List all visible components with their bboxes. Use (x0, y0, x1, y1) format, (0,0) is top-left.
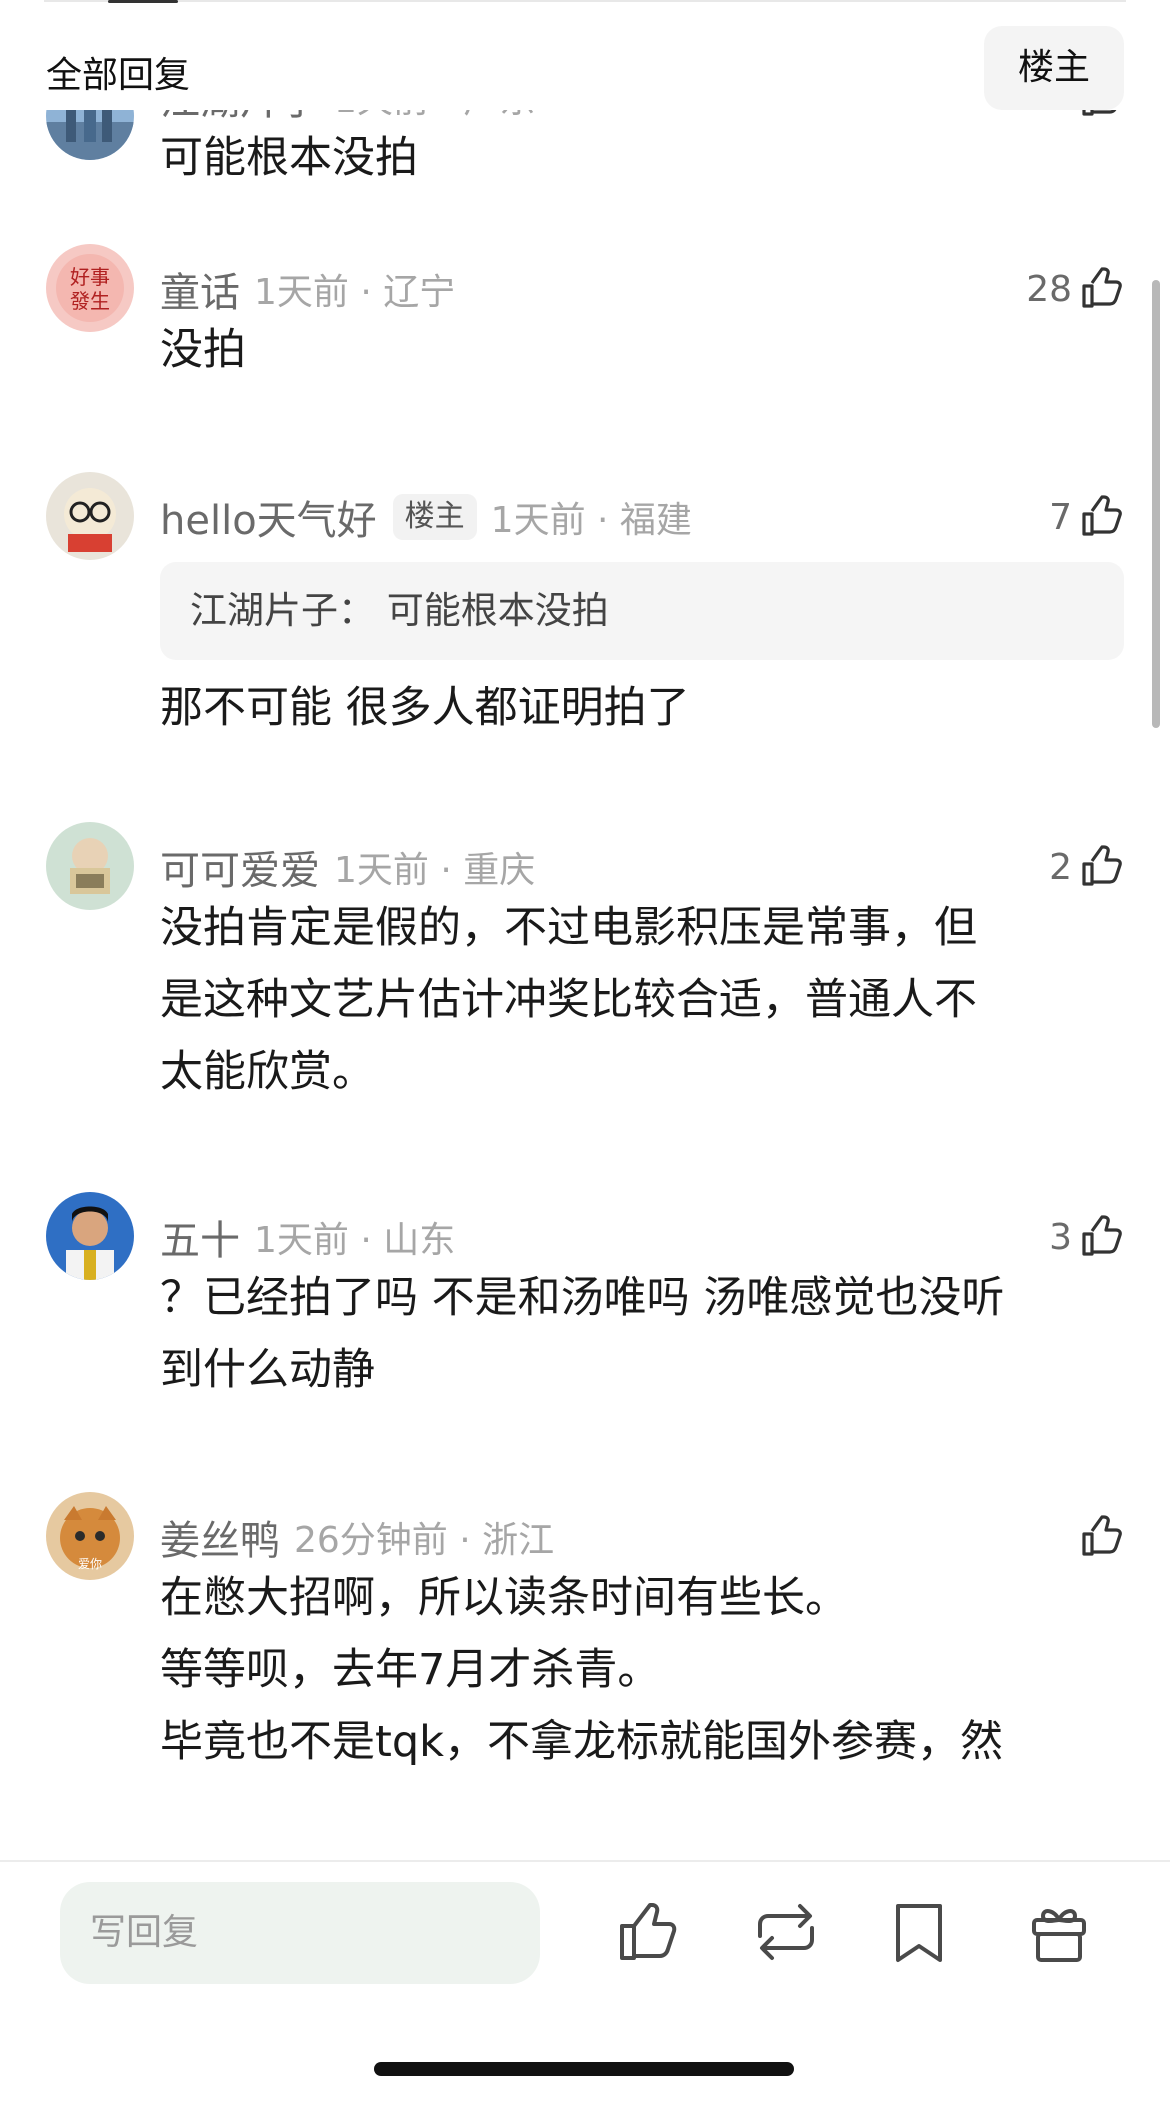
comment-meta: 五十 1天前 · 山东 3 (160, 1212, 1124, 1264)
comment-line: 可能根本没拍 (160, 133, 418, 183)
avatar[interactable] (46, 110, 134, 160)
comment-line: 毕竟也不是tqk，不拿龙标就能国外参赛，然 (160, 1717, 1004, 1767)
avatar[interactable] (46, 1192, 134, 1280)
comment-text: 那不可能 很多人都证明拍了 (160, 672, 1124, 744)
top-tab-indicator (108, 0, 178, 3)
thumbs-up-icon[interactable] (1078, 1514, 1124, 1560)
like-count: 3 (1049, 1216, 1072, 1258)
bottom-action-bar: 写回复 (0, 1860, 1170, 2108)
comment-line: 那不可能 很多人都证明拍了 (160, 683, 690, 733)
timestamp-location: 1天前 · 山东 (254, 1220, 456, 1261)
comment-meta: 姜丝鸭 26分钟前 · 浙江 (160, 1512, 1124, 1564)
bookmark-icon[interactable] (884, 1892, 954, 1972)
avatar[interactable]: 爱你 (46, 1492, 134, 1580)
like-count: 7 (1049, 496, 1072, 538)
username[interactable]: 童话 (160, 260, 240, 318)
comment-meta: 可可爱爱 1天前 · 重庆 2 (160, 842, 1124, 894)
like-count: 2 (1049, 846, 1072, 888)
svg-text:好事: 好事 (70, 265, 110, 289)
timestamp-location: 1天前 · 辽宁 (254, 272, 456, 313)
username[interactable]: 可可爱爱 (160, 838, 320, 896)
timestamp-location: 26分钟前 · 浙江 (294, 1520, 555, 1561)
comment-line: ？已经拍了吗 不是和汤唯吗 汤唯感觉也没听 (160, 1273, 1005, 1323)
top-divider (44, 0, 1126, 2)
comment-line: 是这种文艺片估计冲奖比较合适，普通人不 (160, 975, 977, 1025)
reply-input[interactable]: 写回复 (60, 1882, 540, 1984)
comment-line: 到什么动静 (160, 1345, 375, 1395)
thumbs-up-icon[interactable] (1078, 266, 1124, 312)
avatar[interactable] (46, 472, 134, 560)
like-control[interactable]: 2 (1049, 842, 1124, 892)
like-count: 28 (1026, 268, 1072, 310)
comment-line: 太能欣赏。 (160, 1047, 375, 1097)
comment-line: 没拍 (160, 325, 246, 375)
like-count: 49 (1026, 110, 1072, 118)
scrollbar[interactable] (1152, 280, 1160, 728)
thumbs-up-icon[interactable] (1078, 494, 1124, 540)
op-badge: 楼主 (392, 494, 477, 540)
svg-text:爱你: 爱你 (78, 1557, 102, 1571)
op-only-filter-button[interactable]: 楼主 (984, 26, 1124, 110)
thumbs-up-icon[interactable] (1078, 1214, 1124, 1260)
comment-text: 没拍肯定是假的，不过电影积压是常事，但 是这种文艺片估计冲奖比较合适，普通人不 … (160, 892, 1124, 1108)
thumbs-up-icon[interactable] (1078, 844, 1124, 890)
page-title: 全部回复 (46, 55, 191, 96)
avatar[interactable] (46, 822, 134, 910)
thumbs-up-icon[interactable] (1078, 110, 1124, 120)
thumbs-up-icon[interactable] (614, 1892, 684, 1972)
username[interactable]: 姜丝鸭 (160, 1508, 280, 1566)
comment-meta: hello天气好 楼主 1天前 · 福建 7 (160, 492, 1124, 544)
comment-text: 在憋大招啊，所以读条时间有些长。 等等呗，去年7月才杀青。 毕竟也不是tqk，不… (160, 1562, 1124, 1778)
username[interactable]: hello天气好 (160, 488, 377, 546)
comment-text: ？已经拍了吗 不是和汤唯吗 汤唯感觉也没听 到什么动静 (160, 1262, 1124, 1406)
like-control[interactable]: 3 (1049, 1212, 1124, 1262)
comment-line: 等等呗，去年7月才杀青。 (160, 1645, 661, 1695)
like-control[interactable]: 49 (1026, 110, 1124, 122)
comment-text: 没拍 (160, 314, 1124, 386)
avatar[interactable]: 好事 發生 (46, 244, 134, 332)
home-indicator[interactable] (374, 2062, 794, 2076)
username[interactable]: 五十 (160, 1208, 240, 1266)
like-control[interactable]: 28 (1026, 264, 1124, 314)
replies-header: 全部回复 楼主 (0, 20, 1170, 110)
comment-line: 在憋大招啊，所以读条时间有些长。 (160, 1573, 848, 1623)
svg-text:發生: 發生 (70, 289, 110, 313)
gift-icon[interactable] (1024, 1892, 1094, 1972)
comment-meta: 江湖片子 1天前 · 广东 49 (160, 110, 1124, 124)
comment-line: 没拍肯定是假的，不过电影积压是常事，但 (160, 903, 977, 953)
like-control[interactable] (1072, 1512, 1124, 1562)
comment-list[interactable]: 江湖片子 1天前 · 广东 49 可能根本没拍 好事發生 童话 1天前 · 辽宁… (0, 110, 1170, 1860)
repost-icon[interactable] (746, 1892, 826, 1972)
timestamp-location: 1天前 · 福建 (490, 500, 692, 541)
quoted-reply[interactable]: 江湖片子： 可能根本没拍 (160, 562, 1124, 660)
comment-text: 可能根本没拍 (160, 122, 1124, 194)
like-control[interactable]: 7 (1049, 492, 1124, 542)
timestamp-location: 1天前 · 重庆 (334, 850, 536, 891)
comment-meta: 童话 1天前 · 辽宁 28 (160, 264, 1124, 316)
